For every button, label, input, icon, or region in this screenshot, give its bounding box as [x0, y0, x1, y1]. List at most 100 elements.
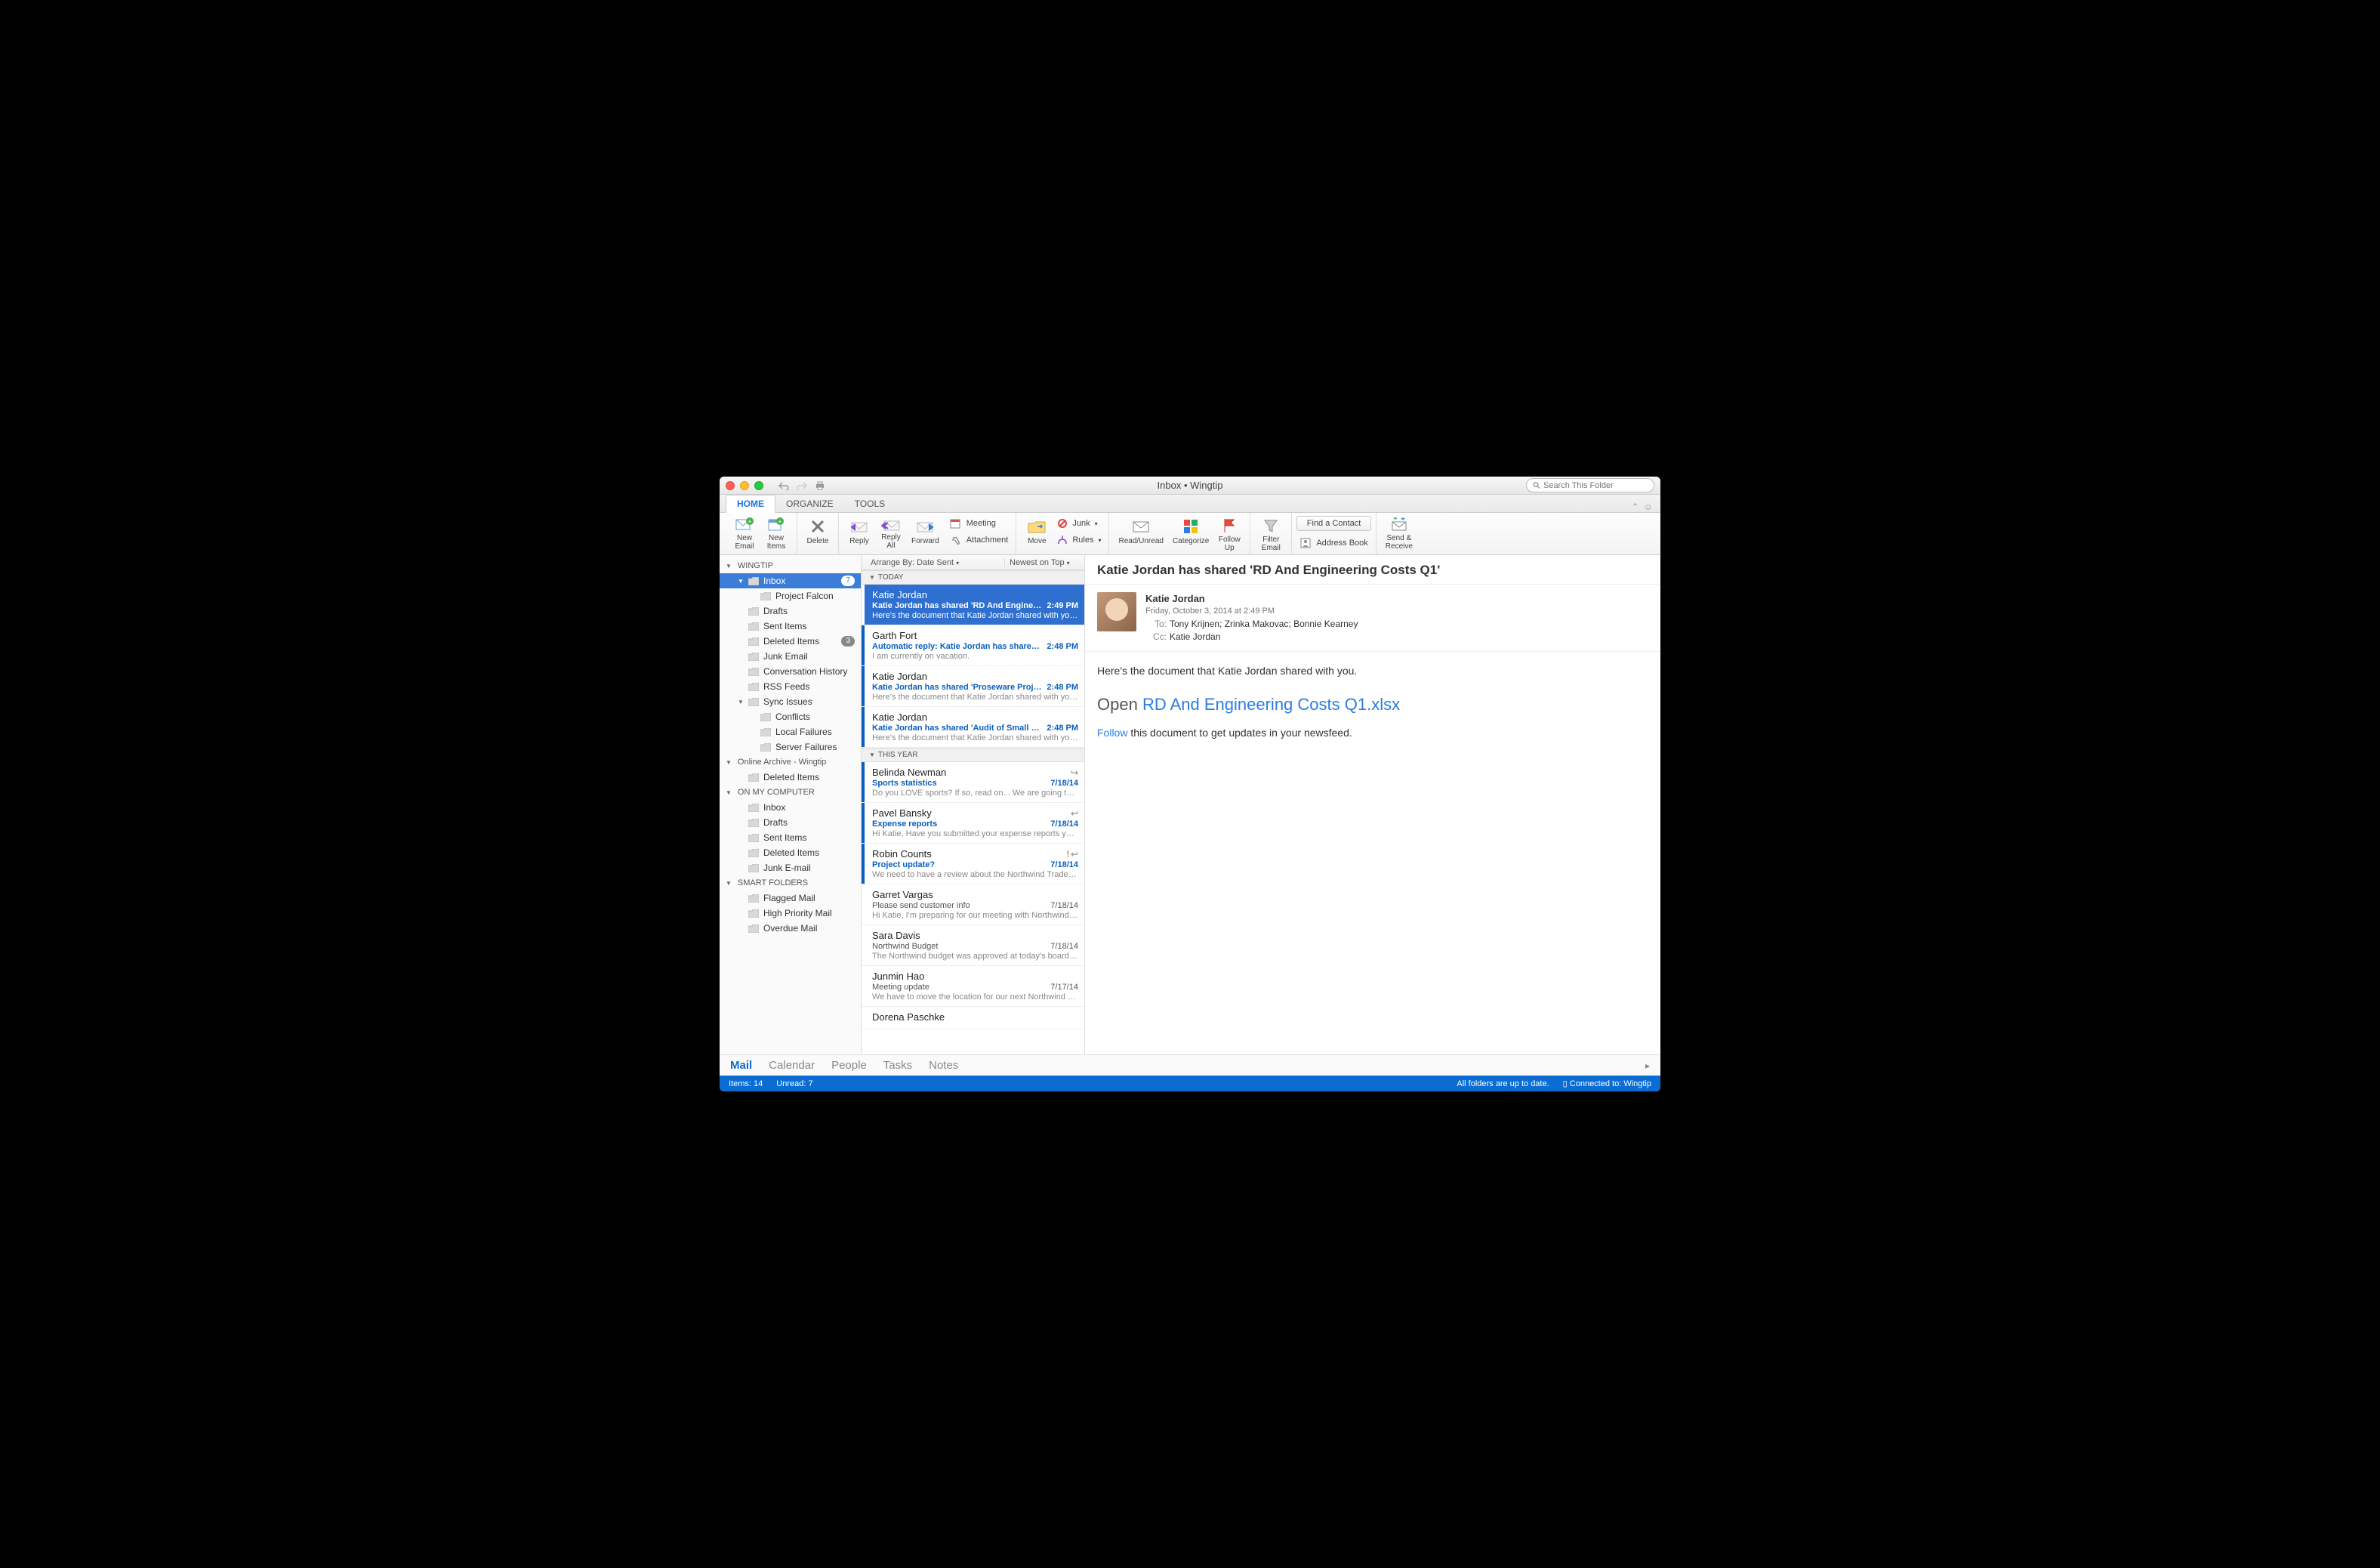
- collapse-ribbon-icon[interactable]: ⌃: [1632, 502, 1639, 512]
- replied-icon: ↩: [1071, 849, 1078, 860]
- sidebar-subfolder[interactable]: Server Failures: [720, 739, 861, 755]
- status-sync: All folders are up to date.: [1457, 1079, 1549, 1088]
- sidebar-folder[interactable]: High Priority Mail: [720, 906, 861, 921]
- sidebar-account-header[interactable]: SMART FOLDERS: [720, 875, 861, 890]
- sidebar-folder[interactable]: Flagged Mail: [720, 890, 861, 906]
- message-item[interactable]: Katie JordanKatie Jordan has shared 'Pro…: [862, 666, 1084, 707]
- sidebar-folder[interactable]: Deleted Items3: [720, 634, 861, 649]
- sort-order-button[interactable]: Newest on Top ▾: [1004, 558, 1084, 567]
- follow-up-button[interactable]: FollowUp: [1213, 516, 1245, 551]
- delete-button[interactable]: Delete: [802, 516, 834, 551]
- sidebar-folder[interactable]: Deleted Items: [720, 845, 861, 860]
- message-list-body[interactable]: TODAYKatie JordanKatie Jordan has shared…: [862, 570, 1084, 1054]
- open-document-link[interactable]: RD And Engineering Costs Q1.xlsx: [1142, 695, 1400, 714]
- sidebar-folder[interactable]: ▼Sync Issues: [720, 694, 861, 709]
- print-icon[interactable]: [813, 480, 827, 492]
- sidebar-folder[interactable]: Drafts: [720, 603, 861, 619]
- arrange-by-button[interactable]: Arrange By: Date Sent ▾: [862, 558, 1004, 567]
- sidebar-subfolder[interactable]: Local Failures: [720, 724, 861, 739]
- tab-home[interactable]: HOME: [726, 495, 775, 513]
- sidebar-folder[interactable]: Sent Items: [720, 830, 861, 845]
- message-item[interactable]: Sara DavisNorthwind Budget7/18/14The Nor…: [862, 925, 1084, 966]
- message-list-pane: Arrange By: Date Sent ▾ Newest on Top ▾ …: [862, 555, 1085, 1054]
- forwarded-icon: ↪: [1071, 767, 1078, 778]
- minimize-window-button[interactable]: [740, 481, 749, 490]
- reading-date: Friday, October 3, 2014 at 2:49 PM: [1145, 605, 1358, 618]
- sidebar-folder[interactable]: Drafts: [720, 815, 861, 830]
- junk-button[interactable]: Junk ▾: [1054, 516, 1104, 531]
- status-unread: Unread: 7: [776, 1079, 812, 1088]
- module-more-icon[interactable]: ▸: [1645, 1060, 1650, 1071]
- module-tasks[interactable]: Tasks: [883, 1059, 912, 1072]
- find-contact-button[interactable]: Find a Contact: [1296, 516, 1370, 531]
- window-controls: [726, 481, 763, 490]
- module-calendar[interactable]: Calendar: [769, 1059, 815, 1072]
- sidebar-subfolder[interactable]: Project Falcon: [720, 588, 861, 603]
- sidebar-folder[interactable]: Inbox: [720, 800, 861, 815]
- close-window-button[interactable]: [726, 481, 735, 490]
- reply-button[interactable]: Reply: [843, 516, 875, 551]
- sidebar-account-header[interactable]: ON MY COMPUTER: [720, 785, 861, 800]
- quick-access-toolbar: [777, 480, 827, 492]
- zoom-window-button[interactable]: [754, 481, 763, 490]
- search-input[interactable]: [1543, 481, 1648, 490]
- module-bar: Mail Calendar People Tasks Notes ▸: [720, 1054, 1660, 1076]
- ribbon: + NewEmail + NewItems Delete Reply Reply…: [720, 513, 1660, 555]
- main-area: WINGTIP▼Inbox7Project FalconDraftsSent I…: [720, 555, 1660, 1054]
- module-notes[interactable]: Notes: [929, 1059, 958, 1072]
- sidebar-account-header[interactable]: Online Archive - Wingtip: [720, 755, 861, 770]
- window-title: Inbox • Wingtip: [720, 480, 1660, 491]
- follow-document-link[interactable]: Follow: [1097, 727, 1127, 739]
- module-mail[interactable]: Mail: [730, 1059, 752, 1072]
- redo-icon[interactable]: [795, 480, 809, 492]
- status-bar: Items: 14 Unread: 7 All folders are up t…: [720, 1076, 1660, 1091]
- message-item[interactable]: Pavel Bansky↩Expense reports7/18/14Hi Ka…: [862, 803, 1084, 844]
- message-item[interactable]: Katie JordanKatie Jordan has shared 'RD …: [862, 585, 1084, 625]
- message-item[interactable]: Katie JordanKatie Jordan has shared 'Aud…: [862, 707, 1084, 748]
- message-item[interactable]: Robin Counts!↩Project update?7/18/14We n…: [862, 844, 1084, 884]
- sidebar-folder[interactable]: Deleted Items: [720, 770, 861, 785]
- send-receive-button[interactable]: Send &Receive: [1381, 516, 1417, 551]
- read-unread-button[interactable]: Read/Unread: [1114, 516, 1167, 551]
- sidebar-folder[interactable]: Overdue Mail: [720, 921, 861, 936]
- attachment-button[interactable]: Attachment: [947, 532, 1012, 548]
- message-item[interactable]: Garth FortAutomatic reply: Katie Jordan …: [862, 625, 1084, 666]
- reply-all-button[interactable]: ReplyAll: [875, 516, 907, 551]
- outlook-window: Inbox • Wingtip HOME ORGANIZE TOOLS ⌃ ☺ …: [720, 477, 1660, 1091]
- message-item[interactable]: Garret VargasPlease send customer info7/…: [862, 884, 1084, 925]
- rules-button[interactable]: Rules ▾: [1054, 532, 1104, 548]
- message-group-header[interactable]: TODAY: [862, 570, 1084, 585]
- sidebar-folder[interactable]: Conversation History: [720, 664, 861, 679]
- forward-button[interactable]: Forward: [907, 516, 944, 551]
- tab-organize[interactable]: ORGANIZE: [775, 495, 844, 512]
- sidebar-folder[interactable]: Junk E-mail: [720, 860, 861, 875]
- new-items-button[interactable]: + NewItems: [760, 516, 792, 551]
- new-email-button[interactable]: + NewEmail: [729, 516, 760, 551]
- reading-sender-name: Katie Jordan: [1145, 592, 1358, 605]
- message-group-header[interactable]: THIS YEAR: [862, 748, 1084, 762]
- status-items: Items: 14: [729, 1079, 763, 1088]
- move-button[interactable]: Move: [1021, 516, 1053, 551]
- sidebar-subfolder[interactable]: Conflicts: [720, 709, 861, 724]
- search-box[interactable]: [1526, 478, 1654, 492]
- ribbon-tabs: HOME ORGANIZE TOOLS ⌃ ☺: [720, 495, 1660, 513]
- sidebar-folder[interactable]: ▼Inbox7: [720, 573, 861, 588]
- reading-body: Here's the document that Katie Jordan sh…: [1085, 652, 1660, 752]
- sidebar-folder[interactable]: Sent Items: [720, 619, 861, 634]
- address-book-button[interactable]: Address Book: [1296, 536, 1370, 551]
- message-item[interactable]: Junmin HaoMeeting update7/17/14We have t…: [862, 966, 1084, 1007]
- meeting-button[interactable]: Meeting: [947, 516, 1012, 531]
- tab-tools[interactable]: TOOLS: [844, 495, 896, 512]
- filter-email-button[interactable]: FilterEmail: [1255, 516, 1287, 551]
- smiley-icon[interactable]: ☺: [1644, 502, 1653, 512]
- categorize-button[interactable]: Categorize: [1168, 516, 1213, 551]
- svg-text:+: +: [748, 518, 752, 525]
- message-item[interactable]: Dorena Paschke: [862, 1007, 1084, 1029]
- module-people[interactable]: People: [831, 1059, 867, 1072]
- undo-icon[interactable]: [777, 480, 791, 492]
- message-item[interactable]: Belinda Newman↪Sports statistics7/18/14D…: [862, 762, 1084, 803]
- sidebar-folder[interactable]: Junk Email: [720, 649, 861, 664]
- sidebar-folder[interactable]: RSS Feeds: [720, 679, 861, 694]
- sidebar-account-header[interactable]: WINGTIP: [720, 558, 861, 573]
- svg-text:+: +: [778, 518, 782, 525]
